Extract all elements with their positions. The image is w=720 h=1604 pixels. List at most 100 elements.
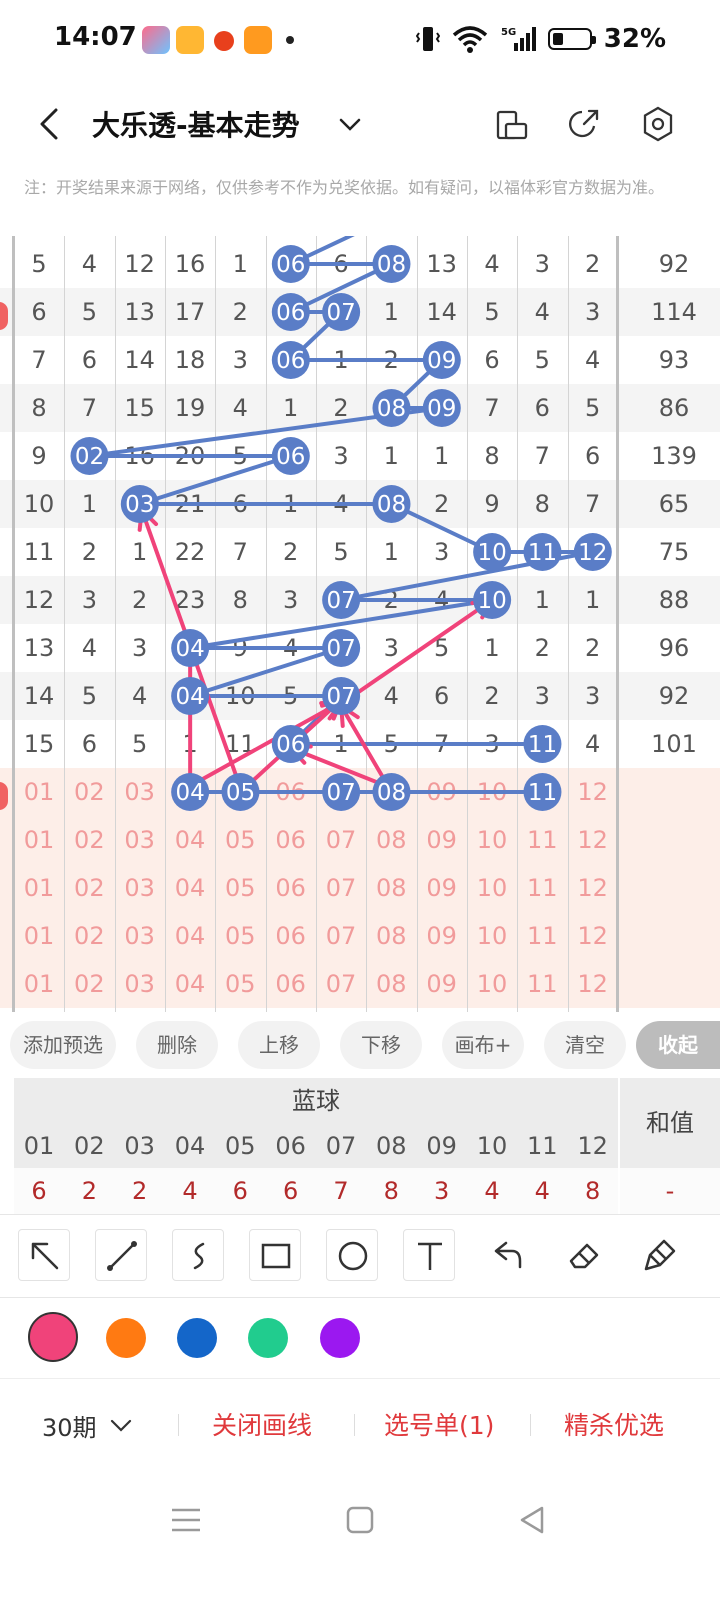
clear-button[interactable]: 清空 — [544, 1021, 626, 1069]
chart-cell: 6 — [333, 250, 349, 278]
chevron-down-icon[interactable] — [336, 110, 364, 138]
home-icon[interactable] — [340, 1500, 380, 1540]
chart-cell: 05 — [225, 922, 256, 950]
chart-cell: 2 — [132, 586, 148, 614]
move-up-button[interactable]: 上移 — [238, 1021, 320, 1069]
chart-cell: 2 — [383, 586, 399, 614]
preselect-row[interactable]: 01 02 03 04 05 06 07 08 09 10 11 12 — [0, 912, 720, 960]
chart-cell: 4 — [81, 634, 97, 662]
blue-ball-section: 蓝球 和值 01 02 03 04 05 06 07 08 09 10 11 12 6 2 2 4 6 6 7 8 3… — [0, 1078, 720, 1214]
blue-number: 04 — [174, 1132, 206, 1160]
divider — [354, 1414, 355, 1436]
disclaimer-notice: 注：开奖结果来源于网络，仅供参考不作为兑奖依据。如有疑问，以福体彩官方数据为准。 — [24, 178, 665, 197]
delete-button[interactable]: 删除 — [136, 1021, 218, 1069]
blue-value: 2 — [81, 1177, 97, 1205]
color-swatch[interactable] — [177, 1318, 217, 1358]
sum-cell: 114 — [651, 298, 697, 326]
chevron-down-icon[interactable] — [108, 1412, 134, 1438]
selection-row[interactable]: 01 02 03 04 05 06 07 08 09 10 11 12 — [0, 768, 720, 816]
chart-cell: 2 — [81, 538, 97, 566]
period-selector[interactable]: 30期 — [42, 1408, 97, 1443]
preselect-row[interactable]: 01 02 03 04 05 06 07 08 09 10 11 12 — [0, 960, 720, 1008]
chart-cell: 6 — [484, 346, 500, 374]
line-tool-icon[interactable] — [95, 1229, 147, 1281]
chart-cell: 06 — [275, 970, 306, 998]
circle-tool-icon[interactable] — [326, 1229, 378, 1281]
color-swatch-selected[interactable] — [28, 1312, 78, 1362]
freehand-tool-icon[interactable] — [172, 1229, 224, 1281]
blue-value: 6 — [283, 1177, 299, 1205]
sum-value: - — [620, 1168, 720, 1214]
chart-cell: 5 — [383, 730, 399, 758]
preselect-row[interactable]: 01 02 03 04 05 06 07 08 09 10 11 12 — [0, 816, 720, 864]
close-draw-button[interactable]: 关闭画线 — [212, 1406, 312, 1442]
clear-brush-icon[interactable] — [634, 1229, 686, 1281]
chart-cell: 08 — [376, 826, 407, 854]
chart-cell: 5 — [433, 634, 450, 662]
blue-number: 10 — [476, 1132, 508, 1160]
undo-icon[interactable] — [480, 1229, 532, 1281]
blue-value-row: 6 2 2 4 6 6 7 8 3 4 4 8 — [14, 1168, 618, 1214]
chart-cell: 5 — [81, 682, 97, 710]
blue-number: 02 — [74, 1132, 105, 1160]
color-swatch[interactable] — [248, 1318, 288, 1358]
chart-cell: 09 — [426, 394, 457, 422]
settings-icon[interactable] — [638, 104, 678, 144]
rotate-screen-icon[interactable] — [492, 104, 532, 144]
move-down-button[interactable]: 下移 — [340, 1021, 422, 1069]
chart-cell: 3 — [383, 634, 399, 662]
chart-cell: 07 — [325, 874, 357, 902]
chart-cell: 10 — [476, 922, 508, 950]
chart-cell: 21 — [174, 490, 206, 518]
chart-cell: 2 — [584, 634, 601, 662]
chart-cell: 11 — [225, 730, 256, 758]
battery-percent: 32% — [603, 24, 666, 54]
arrow-tool-icon[interactable] — [18, 1229, 70, 1281]
chart-cell: 07 — [325, 682, 357, 710]
chart-cell: 09 — [426, 874, 457, 902]
sum-cell: 92 — [658, 250, 690, 278]
rectangle-tool-icon[interactable] — [249, 1229, 301, 1281]
chart-cell: 08 — [376, 250, 407, 278]
chart-cell: 5 — [81, 298, 97, 326]
collapse-button[interactable]: 收起 — [636, 1021, 720, 1069]
vibrate-icon — [415, 27, 440, 51]
chart-cell: 3 — [333, 442, 349, 470]
best-pick-button[interactable]: 精杀优选 — [564, 1406, 664, 1442]
chart-cell: 1 — [433, 442, 450, 470]
chart-cell: 4 — [81, 250, 97, 278]
color-swatch[interactable] — [106, 1318, 146, 1358]
chart-cell: 7 — [484, 394, 500, 422]
chart-cell: 05 — [225, 826, 256, 854]
pick-list-button[interactable]: 选号单(1) — [384, 1406, 494, 1442]
add-preselect-button[interactable]: 添加预选 — [10, 1021, 116, 1069]
chart-cell: 04 — [174, 634, 206, 662]
battery-icon — [547, 28, 596, 50]
preselect-row[interactable]: 01 02 03 04 05 06 07 08 09 10 11 12 — [0, 864, 720, 912]
chart-cell: 18 — [174, 346, 206, 374]
grid-line — [315, 236, 317, 1012]
chart-cell: 07 — [325, 586, 357, 614]
chart-cell: 6 — [81, 730, 97, 758]
sum-cell: 101 — [651, 730, 697, 758]
page-title[interactable]: 大乐透-基本走势 — [92, 104, 300, 144]
trend-chart[interactable]: 5 4 12 16 1 06 6 08 13 4 3 2 92 6 5 13 17 2 06 07 1 14 5 4 3 114… — [0, 236, 720, 1012]
chart-cell: 10 — [476, 538, 508, 566]
text-tool-icon[interactable] — [403, 1229, 455, 1281]
eraser-icon[interactable] — [557, 1229, 609, 1281]
chart-cell: 08 — [376, 778, 407, 806]
canvas-plus-button[interactable]: 画布+ — [442, 1021, 524, 1069]
wifi-icon — [452, 26, 487, 53]
chart-cell: 1 — [534, 586, 550, 614]
history-row: 9 02 16 20 5 06 3 1 1 8 7 6 139 — [0, 432, 720, 480]
back-icon[interactable] — [512, 1500, 552, 1540]
app-notification-icon — [244, 26, 272, 54]
blue-value: 6 — [31, 1177, 47, 1205]
chart-cell: 12 — [124, 250, 155, 278]
back-arrow-icon[interactable] — [30, 104, 70, 144]
chart-cell: 3 — [534, 250, 550, 278]
share-icon[interactable] — [564, 104, 604, 144]
menu-icon[interactable] — [166, 1500, 206, 1540]
color-swatch[interactable] — [320, 1318, 360, 1358]
color-palette — [0, 1298, 720, 1379]
